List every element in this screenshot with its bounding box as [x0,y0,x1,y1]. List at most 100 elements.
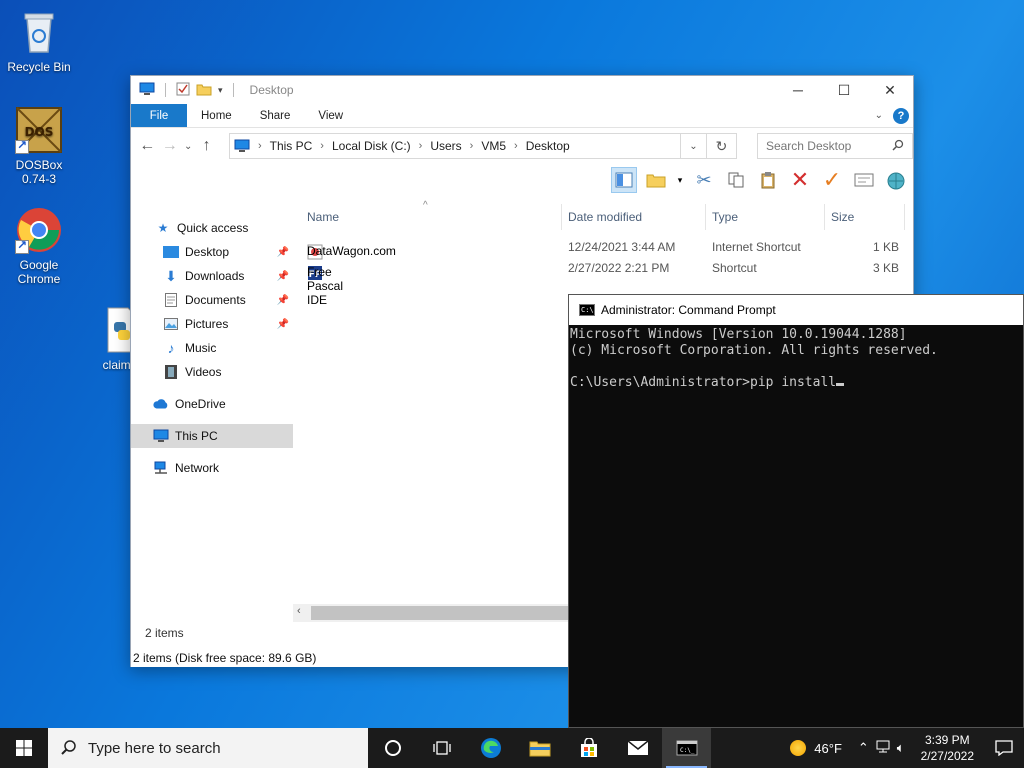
command-prompt-window[interactable]: C:\ Administrator: Command Prompt Micros… [568,294,1024,728]
file-explorer-icon[interactable] [515,728,564,768]
minimize-button[interactable]: ─ [775,76,821,104]
cut-scissors-icon[interactable]: ✂ [691,167,717,193]
cortana-circle-icon[interactable] [368,728,417,768]
new-folder-icon[interactable] [196,82,212,99]
nav-item-desktop[interactable]: Desktop 📌 [131,240,293,264]
refresh-icon[interactable]: ↻ [706,133,737,159]
delete-x-icon[interactable]: ✕ [787,167,813,193]
column-header-type[interactable]: Type [712,210,738,224]
pin-icon[interactable]: 📌 [277,247,289,258]
search-input[interactable]: Search Desktop [756,133,914,159]
show-hidden-icons-chevron-icon[interactable]: ⌃ [858,740,869,757]
properties-icon[interactable] [851,167,877,193]
nav-item-label: Music [185,341,217,355]
breadcrumb-local-disk[interactable]: Local Disk (C:) [332,139,411,153]
up-arrow-icon[interactable]: ↑ [198,137,215,155]
nav-item-documents[interactable]: Documents 📌 [131,288,293,312]
cmd-line-copyright: (c) Microsoft Corporation. All rights re… [570,343,938,358]
column-header-name[interactable]: Name [307,210,339,224]
cmd-input[interactable]: pip install [750,375,836,390]
column-headers: Name ^ Date modified Type Size [293,200,913,230]
expand-ribbon-icon[interactable]: ⌄ [875,110,883,121]
taskbar-search-input[interactable]: Type here to search [48,728,368,768]
desktop-icon-recycle-bin[interactable]: Recycle Bin [1,8,77,74]
nav-item-videos[interactable]: Videos [131,360,293,384]
maximize-button[interactable]: ☐ [821,76,867,104]
clock[interactable]: 3:39 PM 2/27/2022 [911,732,984,764]
taskbar: Type here to search C:\_ 46°F ⌃ 🔈︎ 3:39 … [0,728,1024,768]
back-arrow-icon[interactable]: ← [139,137,156,155]
item-count: 2 items [145,626,184,640]
forward-arrow-icon[interactable]: → [162,137,179,155]
shell-globe-icon[interactable] [883,167,909,193]
desktop-icon-dosbox[interactable]: DOS DOSBox 0.74-3 [1,106,77,186]
volume-speaker-icon[interactable]: 🔈︎ [897,740,905,757]
close-button[interactable]: ✕ [867,76,913,104]
nav-item-this-pc[interactable]: This PC [131,424,293,448]
network-icon[interactable] [875,740,891,757]
desktop-icon-label: Recycle Bin [7,60,71,74]
column-header-date-modified[interactable]: Date modified [568,210,642,224]
weather-widget[interactable]: 46°F [780,740,852,756]
pin-icon[interactable]: 📌 [277,319,289,330]
desktop-folder-icon [163,244,179,260]
desktop-icon-google-chrome[interactable]: Google Chrome [1,206,77,286]
recent-locations-chevron-icon[interactable]: ⌄ [184,141,192,152]
properties-checkbox-icon[interactable] [176,82,190,99]
scroll-left-icon[interactable]: ‹ [297,605,301,617]
rename-check-icon[interactable]: ✓ [819,167,845,193]
nav-item-downloads[interactable]: ⬇ Downloads 📌 [131,264,293,288]
nav-item-network[interactable]: Network [131,456,293,480]
store-bag-icon[interactable] [564,728,613,768]
nav-item-label: Desktop [185,245,230,259]
address-bar[interactable]: › This PC › Local Disk (C:) › Users › VM… [228,133,681,159]
pin-icon[interactable]: 📌 [277,295,289,306]
cmd-console[interactable]: Microsoft Windows [Version 10.0.19044.12… [569,325,1023,391]
help-icon[interactable]: ? [893,107,909,124]
text-cursor [836,383,845,386]
tab-file[interactable]: File [131,104,187,127]
breadcrumb-this-pc[interactable]: This PC [270,139,313,153]
breadcrumb-desktop[interactable]: Desktop [526,139,570,153]
copy-icon[interactable] [723,167,749,193]
start-button[interactable] [0,728,48,768]
temperature: 46°F [814,740,842,756]
ribbon-tabs: File Home Share View ⌄ ? [131,104,913,128]
tab-share[interactable]: Share [246,104,305,127]
task-view-icon[interactable] [417,728,466,768]
preview-pane-icon[interactable] [611,167,637,193]
column-header-size[interactable]: Size [831,210,854,224]
address-dropdown-icon[interactable]: ⌄ [680,133,707,159]
notification-center-icon[interactable] [984,740,1024,756]
quick-access-dropdown-icon[interactable]: ▾ [218,85,223,96]
navigation-pane: ★ Quick access Desktop 📌 ⬇ Downloads 📌 D… [131,216,293,626]
new-folder-icon[interactable] [643,167,669,193]
file-type: Internet Shortcut [712,240,801,254]
tab-view[interactable]: View [304,104,357,127]
scrollbar-thumb[interactable] [311,606,571,620]
network-icon [153,460,169,476]
dropdown-chevron-icon[interactable]: ▾ [675,167,685,193]
nav-item-pictures[interactable]: Pictures 📌 [131,312,293,336]
dosbox-icon: DOS [15,106,63,154]
paste-clipboard-icon[interactable] [755,167,781,193]
nav-item-onedrive[interactable]: OneDrive [131,392,293,416]
nav-item-music[interactable]: ♪ Music [131,336,293,360]
file-row[interactable]: DataWagon.com 12/24/2021 3:44 AM Interne… [293,236,913,260]
file-size: 3 KB [873,261,900,275]
edge-browser-icon[interactable] [466,728,515,768]
breadcrumb-users[interactable]: Users [430,139,461,153]
mail-envelope-icon[interactable] [613,728,662,768]
nav-item-label: Pictures [185,317,229,331]
music-note-icon: ♪ [167,340,175,356]
breadcrumb-vm5[interactable]: VM5 [481,139,506,153]
file-row[interactable]: FP Free Pascal IDE 2/27/2022 2:21 PM Sho… [293,257,913,307]
nav-item-label: Network [175,461,220,475]
tab-home[interactable]: Home [187,104,246,127]
command-prompt-taskbar-icon[interactable]: C:\_ [662,728,711,768]
nav-item-quick-access[interactable]: ★ Quick access [131,216,293,240]
nav-item-label: Downloads [185,269,245,283]
file-name: Free Pascal IDE [307,265,344,307]
pin-icon[interactable]: 📌 [277,271,289,282]
search-icon [892,139,904,154]
